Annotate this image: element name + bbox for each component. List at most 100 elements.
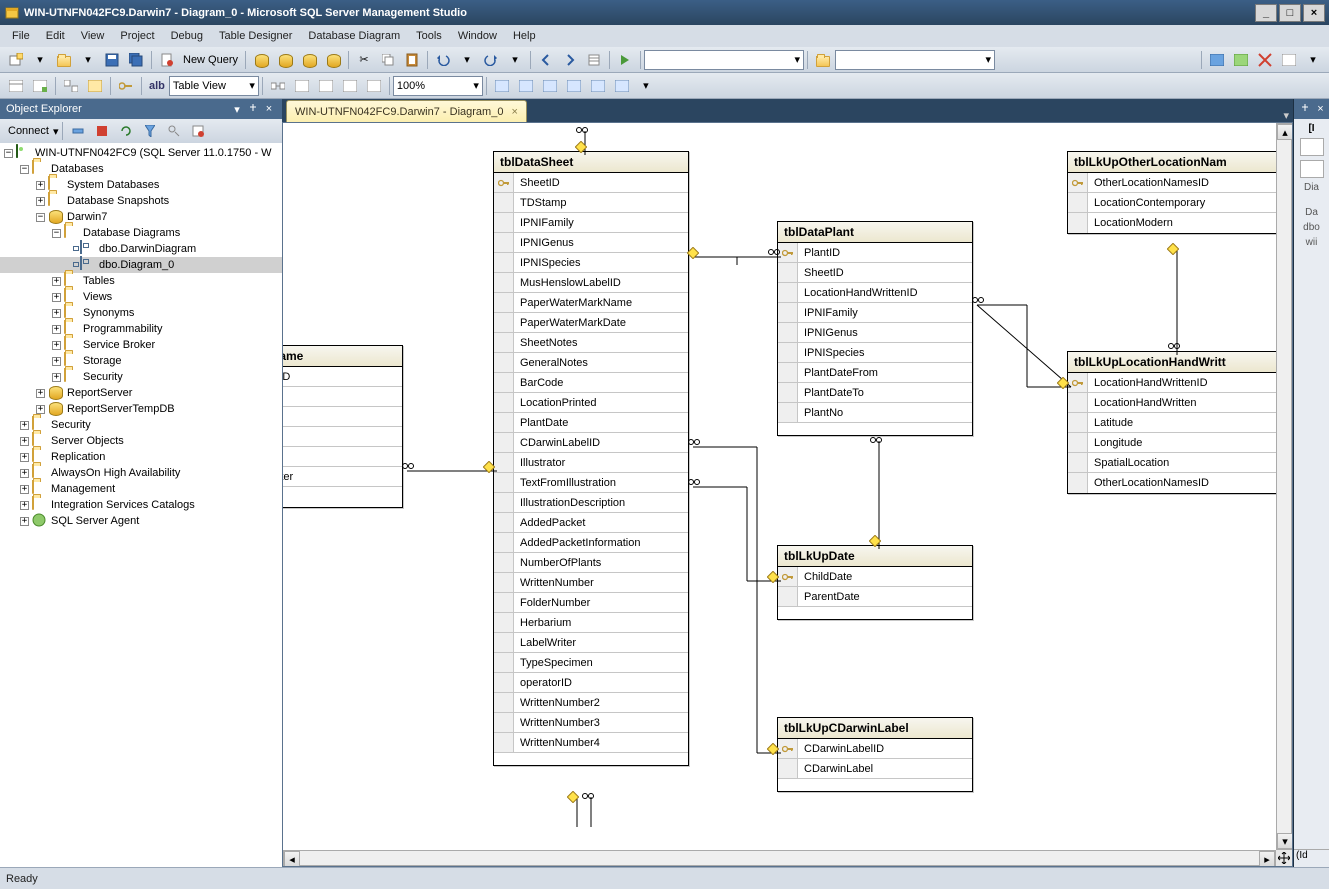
paste-icon[interactable] (401, 49, 423, 71)
close-button[interactable]: × (1303, 4, 1325, 22)
db-query-icon-4[interactable] (322, 49, 344, 71)
menu-debug[interactable]: Debug (163, 30, 211, 42)
tree-sql-server-agent[interactable]: +SQL Server Agent (0, 513, 282, 529)
properties-toolbar-2[interactable] (1300, 160, 1324, 178)
tree-server-root[interactable]: −WIN-UTNFN042FC9 (SQL Server 11.0.1750 -… (0, 145, 282, 161)
scroll-right-icon[interactable]: ▸ (1259, 851, 1275, 867)
table-column[interactable]: LocationHandWrittenID (1068, 373, 1276, 393)
new-table-icon[interactable] (5, 75, 27, 97)
tabs-dropdown-icon[interactable]: ▾ (1283, 109, 1289, 122)
db-query-icon[interactable] (250, 49, 272, 71)
table-header[interactable]: tblDataSheet (494, 152, 688, 173)
minimize-button[interactable]: _ (1255, 4, 1277, 22)
table-column[interactable]: WrittenNumber2 (494, 693, 688, 713)
table-header[interactable]: enslowName (282, 346, 402, 367)
table-column[interactable]: PlantNo (778, 403, 972, 423)
menu-view[interactable]: View (73, 30, 113, 42)
new-query-icon[interactable] (156, 49, 178, 71)
table-column[interactable]: y (282, 447, 402, 467)
table-column[interactable]: WrittenNumber4 (494, 733, 688, 753)
panel-dropdown-icon[interactable]: ▾ (230, 102, 244, 116)
table-column[interactable]: PlantDateTo (778, 383, 972, 403)
table-column[interactable]: LabelWriter (494, 633, 688, 653)
table-column[interactable]: CDarwinLabelID (778, 739, 972, 759)
tree-management[interactable]: +Management (0, 481, 282, 497)
refresh-icon[interactable] (115, 120, 137, 142)
table-column[interactable]: LocationContemporary (1068, 193, 1276, 213)
scroll-down-icon[interactable]: ▾ (1277, 833, 1293, 849)
db-query-icon-2[interactable] (274, 49, 296, 71)
horizontal-scrollbar[interactable]: ◂ ▸ (283, 850, 1276, 866)
recalc-icon[interactable] (539, 75, 561, 97)
table-column[interactable]: Herbarium (494, 613, 688, 633)
panel-close-icon[interactable]: × (262, 102, 276, 116)
zoom-combo[interactable]: 100%▾ (393, 76, 483, 96)
table-column[interactable]: ParentDate (778, 587, 972, 607)
tree-server-objects[interactable]: +Server Objects (0, 433, 282, 449)
table-column[interactable]: TypeSpecimen (494, 653, 688, 673)
tree-diagram-1[interactable]: dbo.DarwinDiagram (0, 241, 282, 257)
table-column[interactable]: CDarwinLabelID (494, 433, 688, 453)
tree-darwin7[interactable]: −Darwin7 (0, 209, 282, 225)
xml-icon[interactable] (363, 75, 385, 97)
open-dropdown[interactable]: ▾ (77, 49, 99, 71)
tree-database-diagrams[interactable]: −Database Diagrams (0, 225, 282, 241)
table-view-combo[interactable]: Table View▾ (169, 76, 259, 96)
options-icon[interactable] (1254, 49, 1276, 71)
table-column[interactable]: Longitude (1068, 433, 1276, 453)
save-all-icon[interactable] (125, 49, 147, 71)
diagram-table-dataplant[interactable]: tblDataPlantPlantIDSheetIDLocationHandWr… (777, 221, 973, 436)
menu-project[interactable]: Project (112, 30, 162, 42)
cut-icon[interactable]: ✂ (353, 49, 375, 71)
undo-dropdown[interactable]: ▾ (456, 49, 478, 71)
object-explorer-tree[interactable]: −WIN-UTNFN042FC9 (SQL Server 11.0.1750 -… (0, 143, 282, 867)
table-column[interactable]: OtherLocationNamesID (1068, 173, 1276, 193)
table-column[interactable]: WrittenNumber3 (494, 713, 688, 733)
tree-diagram-0[interactable]: dbo.Diagram_0 (0, 257, 282, 273)
open-icon[interactable] (53, 49, 75, 71)
db-query-icon-3[interactable] (298, 49, 320, 71)
table-column[interactable]: AddedPacket (494, 513, 688, 533)
table-column[interactable]: PlantDateFrom (778, 363, 972, 383)
tree-programmability[interactable]: +Programmability (0, 321, 282, 337)
toolbar-overflow[interactable]: ▾ (1302, 49, 1324, 71)
table-column[interactable]: PlantDate (494, 413, 688, 433)
table-column[interactable]: ChildDate (778, 567, 972, 587)
panel-pin-icon[interactable] (246, 102, 260, 116)
table-column[interactable]: SheetNotes (494, 333, 688, 353)
tree-reportserver[interactable]: +ReportServer (0, 385, 282, 401)
diagram-table-datasheet[interactable]: tblDataSheetSheetIDTDStampIPNIFamilyIPNI… (493, 151, 689, 766)
table-column[interactable]: LocationModern (1068, 213, 1276, 233)
tree-tables[interactable]: +Tables (0, 273, 282, 289)
set-primary-key-icon[interactable] (115, 75, 137, 97)
table-column[interactable]: IPNIFamily (494, 213, 688, 233)
tree-integration-services[interactable]: +Integration Services Catalogs (0, 497, 282, 513)
tree-alwayson[interactable]: +AlwaysOn High Availability (0, 465, 282, 481)
template-icon[interactable] (1278, 49, 1300, 71)
arrange-icon[interactable] (587, 75, 609, 97)
table-column[interactable]: IPNIGenus (778, 323, 972, 343)
table-column[interactable]: Illustrator (494, 453, 688, 473)
table-column[interactable]: NumberOfPlants (494, 553, 688, 573)
autosize-icon[interactable] (563, 75, 585, 97)
toolbar2-overflow[interactable]: ▾ (635, 75, 657, 97)
table-header[interactable]: tblDataPlant (778, 222, 972, 243)
table-column[interactable]: nicWriter (282, 467, 402, 487)
menu-edit[interactable]: Edit (38, 30, 73, 42)
undo-icon[interactable] (432, 49, 454, 71)
tree-synonyms[interactable]: +Synonyms (0, 305, 282, 321)
table-column[interactable]: Latitude (1068, 413, 1276, 433)
menu-database-diagram[interactable]: Database Diagram (300, 30, 408, 42)
table-column[interactable]: SpatialLocation (1068, 453, 1276, 473)
show-labels-icon[interactable] (491, 75, 513, 97)
script-icon[interactable] (187, 120, 209, 142)
tree-database-snapshots[interactable]: +Database Snapshots (0, 193, 282, 209)
table-column[interactable]: AddedPacketInformation (494, 533, 688, 553)
fulltext-icon[interactable] (339, 75, 361, 97)
table-column[interactable] (282, 427, 402, 447)
maximize-button[interactable]: □ (1279, 4, 1301, 22)
diagram-table-cdarwin[interactable]: tblLkUpCDarwinLabelCDarwinLabelIDCDarwin… (777, 717, 973, 792)
redo-icon[interactable] (480, 49, 502, 71)
check-constraints-icon[interactable] (315, 75, 337, 97)
menu-help[interactable]: Help (505, 30, 544, 42)
